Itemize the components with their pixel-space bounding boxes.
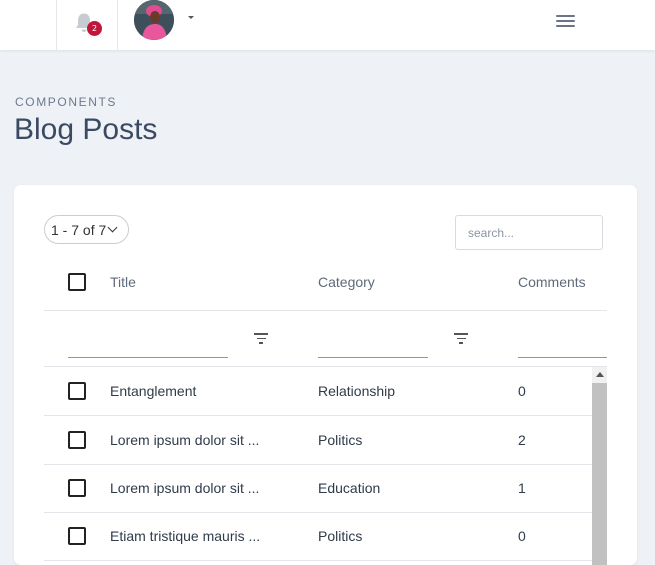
filter-icon[interactable]	[254, 333, 268, 344]
row-category: Politics	[318, 528, 363, 544]
filter-icon[interactable]	[454, 333, 468, 344]
comments-filter-input[interactable]	[518, 337, 607, 358]
row-title: Lorem ipsum dolor sit ...	[110, 432, 260, 448]
row-category: Relationship	[318, 383, 396, 399]
row-checkbox[interactable]	[68, 527, 86, 545]
caret-down-icon[interactable]	[188, 16, 194, 19]
row-checkbox[interactable]	[68, 431, 86, 449]
chevron-down-icon	[107, 222, 118, 233]
notification-badge: 2	[87, 21, 102, 36]
pagination-label: 1 - 7 of 7	[51, 221, 107, 238]
navbar-divider	[56, 0, 57, 50]
top-navbar: 2	[0, 0, 655, 50]
table-row[interactable]: Etiam tristique mauris ... Politics 0	[44, 512, 592, 561]
title-filter-input[interactable]	[68, 337, 228, 358]
header-divider	[44, 310, 607, 311]
category-filter-input[interactable]	[318, 337, 428, 358]
row-checkbox[interactable]	[68, 479, 86, 497]
user-avatar[interactable]	[134, 0, 174, 40]
row-category: Education	[318, 480, 381, 496]
row-checkbox[interactable]	[68, 382, 86, 400]
column-header-category[interactable]: Category	[318, 274, 375, 290]
pagination-select[interactable]: 1 - 7 of 7	[44, 215, 129, 244]
column-header-comments[interactable]: Comments	[518, 274, 586, 290]
hamburger-menu-icon[interactable]	[556, 15, 575, 30]
row-title: Etiam tristique mauris ...	[110, 528, 261, 544]
search-input[interactable]	[455, 215, 603, 250]
scroll-up-arrow-icon[interactable]	[596, 372, 604, 377]
row-comments: 1	[518, 480, 526, 496]
row-comments: 0	[518, 528, 526, 544]
page-title: Blog Posts	[14, 113, 158, 146]
table-row[interactable]: Lorem ipsum dolor sit ... Education 1	[44, 464, 592, 513]
column-header-title[interactable]: Title	[110, 274, 136, 290]
row-category: Politics	[318, 432, 363, 448]
blog-posts-card: 1 - 7 of 7 Title Category Comments Entan…	[14, 185, 637, 565]
row-comments: 0	[518, 383, 526, 399]
table-row[interactable]: Entanglement Relationship 0	[44, 367, 592, 416]
row-comments: 2	[518, 432, 526, 448]
row-title: Entanglement	[110, 383, 197, 399]
scrollbar-thumb[interactable]	[592, 383, 607, 565]
row-title: Lorem ipsum dolor sit ...	[110, 480, 260, 496]
select-all-checkbox[interactable]	[68, 273, 86, 291]
navbar-divider	[117, 0, 118, 50]
breadcrumb: COMPONENTS	[15, 95, 118, 109]
table-row[interactable]: Lorem ipsum dolor sit ... Politics 2	[44, 416, 592, 465]
